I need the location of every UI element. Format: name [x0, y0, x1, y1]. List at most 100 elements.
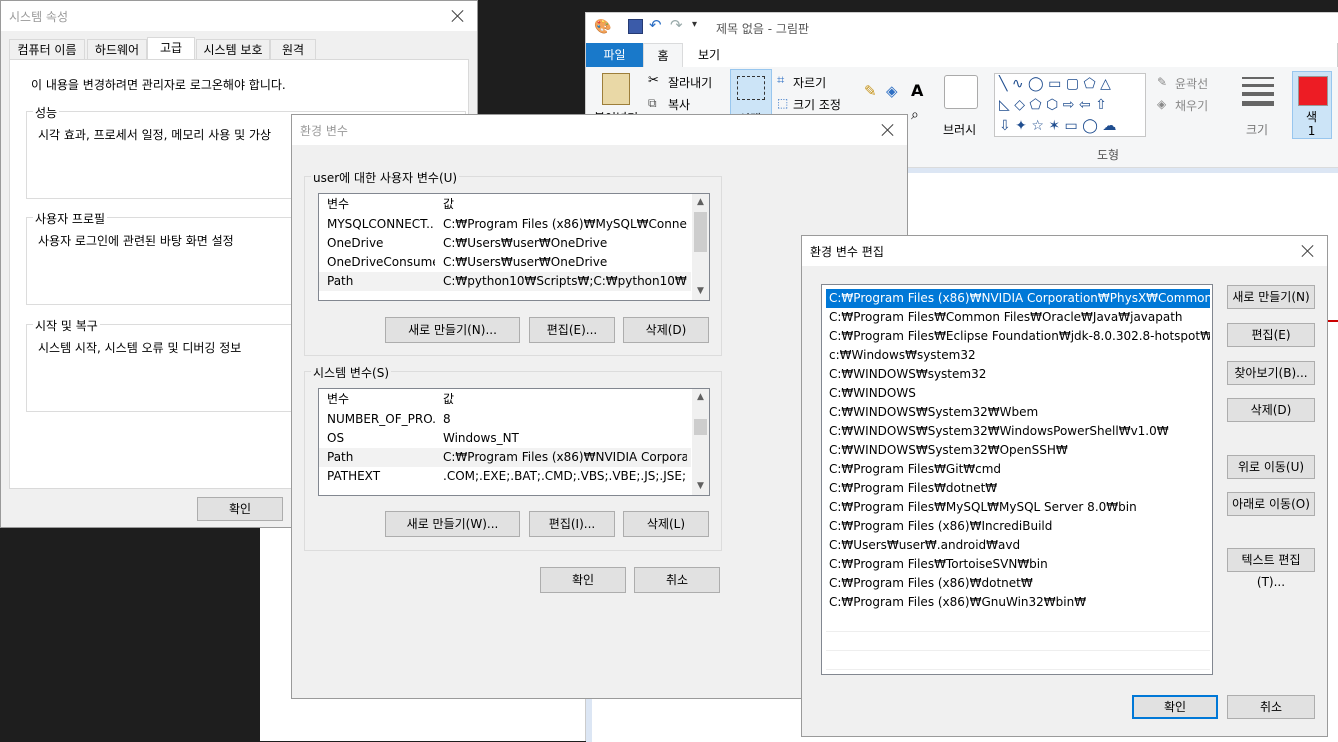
undo-icon[interactable]: ↶ — [649, 16, 662, 34]
tab-computer-name-label: 컴퓨터 이름 — [17, 43, 77, 57]
edit-text-button[interactable]: 텍스트 편집(T)... — [1227, 548, 1315, 589]
system-props-ok-button[interactable]: 확인 — [197, 497, 283, 521]
edit-button[interactable]: 편집(E) — [1227, 323, 1315, 347]
scroll-down-icon[interactable]: ▼ — [692, 283, 709, 300]
redo-icon[interactable]: ↷ — [670, 16, 683, 34]
list-item[interactable]: C:₩WINDOWS₩System32₩Wbem — [826, 403, 1210, 422]
chevron-down-icon[interactable]: ▾ — [692, 19, 697, 30]
list-item[interactable]: C:₩Program Files (x86)₩NVIDIA Corporatio… — [826, 289, 1210, 308]
tab-computer-name[interactable]: 컴퓨터 이름 — [9, 39, 85, 59]
list-item[interactable]: C:₩Program Files₩TortoiseSVN₩bin — [826, 555, 1210, 574]
tab-home[interactable]: 홈 — [643, 43, 683, 68]
list-item[interactable]: C:₩Program Files₩Common Files₩Oracle₩Jav… — [826, 308, 1210, 327]
list-item[interactable]: C:₩WINDOWS₩System32₩WindowsPowerShell₩v1… — [826, 422, 1210, 441]
user-variables-list[interactable]: 변수 값 MYSQLCONNECT... C:₩Program Files (x… — [318, 193, 710, 301]
save-icon[interactable] — [628, 19, 643, 34]
edit-env-cancel-button[interactable]: 취소 — [1227, 695, 1315, 719]
cut-button[interactable]: 잘라내기 — [668, 74, 712, 91]
tab-hardware[interactable]: 하드웨어 — [87, 39, 147, 59]
system-variables-label: 시스템 변수(S) — [311, 364, 391, 381]
user-delete-button[interactable]: 삭제(D) — [623, 317, 709, 343]
system-delete-button[interactable]: 삭제(L) — [623, 511, 709, 537]
system-edit-button[interactable]: 편집(I)... — [529, 511, 615, 537]
table-row[interactable]: OneDriveConsumer C:₩Users₩user₩OneDrive — [319, 253, 691, 272]
tab-system-protection[interactable]: 시스템 보호 — [196, 39, 270, 59]
move-down-button[interactable]: 아래로 이동(O) — [1227, 492, 1315, 516]
edit-env-var-window: 환경 변수 편집 C:₩Program Files (x86)₩NVIDIA C… — [801, 235, 1328, 737]
paste-icon[interactable] — [602, 73, 630, 105]
scissors-icon[interactable]: ✂ — [648, 73, 659, 88]
tab-view[interactable]: 보기 — [689, 43, 729, 67]
table-row[interactable]: Path C:₩Program Files (x86)₩NVIDIA Corpo… — [319, 448, 691, 467]
list-item[interactable]: C:₩Program Files (x86)₩GnuWin32₩bin₩ — [826, 593, 1210, 612]
user-list-scrollbar[interactable]: ▲ ▼ — [692, 194, 709, 300]
table-row[interactable]: MYSQLCONNECT... C:₩Program Files (x86)₩M… — [319, 215, 691, 234]
outline-icon[interactable]: ✎ — [1157, 75, 1167, 89]
close-icon[interactable] — [1297, 240, 1319, 262]
user-new-button[interactable]: 새로 만들기(N)... — [385, 317, 520, 343]
scroll-up-icon[interactable]: ▲ — [692, 194, 709, 211]
size-icon[interactable] — [1242, 77, 1274, 106]
list-item[interactable]: C:₩WINDOWS — [826, 384, 1210, 403]
browse-button[interactable]: 찾아보기(B)... — [1227, 361, 1315, 385]
delete-button[interactable]: 삭제(D) — [1227, 398, 1315, 422]
resize-button[interactable]: 크기 조정 — [793, 96, 841, 113]
resize-icon[interactable]: ⬚ — [777, 96, 788, 110]
user-edit-button[interactable]: 편집(E)... — [529, 317, 615, 343]
empty-row — [826, 650, 1210, 670]
list-item[interactable]: C:₩Program Files₩MySQL₩MySQL Server 8.0₩… — [826, 498, 1210, 517]
table-row[interactable]: OneDrive C:₩Users₩user₩OneDrive — [319, 234, 691, 253]
crop-button[interactable]: 자르기 — [793, 74, 826, 91]
tab-file[interactable]: 파일 — [586, 43, 643, 67]
size-button[interactable]: 크기 — [1246, 121, 1268, 138]
fill-button[interactable]: 채우기 — [1175, 97, 1208, 114]
edit-env-ok-button[interactable]: 확인 — [1132, 695, 1218, 719]
list-header: 변수 값 — [319, 195, 691, 214]
scroll-up-icon[interactable]: ▲ — [692, 389, 709, 406]
pencil-icon[interactable]: ✎ — [864, 82, 877, 100]
color1-selector[interactable]: 색1 — [1292, 71, 1332, 139]
list-item[interactable]: C:₩Users₩user₩.android₩avd — [826, 536, 1210, 555]
move-up-button[interactable]: 위로 이동(U) — [1227, 455, 1315, 479]
text-tool-icon[interactable]: A — [911, 81, 923, 100]
list-item[interactable]: C:₩Program Files₩dotnet₩ — [826, 479, 1210, 498]
outline-button[interactable]: 윤곽선 — [1175, 75, 1208, 92]
list-item[interactable]: C:₩Program Files₩Git₩cmd — [826, 460, 1210, 479]
table-row[interactable]: OS Windows_NT — [319, 429, 691, 448]
scroll-thumb[interactable] — [694, 419, 707, 435]
close-icon[interactable] — [447, 5, 469, 27]
copy-button[interactable]: 복사 — [668, 96, 690, 113]
scroll-down-icon[interactable]: ▼ — [692, 478, 709, 495]
tab-remote[interactable]: 원격 — [270, 39, 316, 59]
new-button[interactable]: 새로 만들기(N) — [1227, 285, 1315, 309]
list-item[interactable]: C:₩Program Files₩Eclipse Foundation₩jdk-… — [826, 327, 1210, 346]
list-item[interactable]: C:₩Program Files (x86)₩dotnet₩ — [826, 574, 1210, 593]
copy-icon[interactable]: ⧉ — [648, 96, 657, 111]
crop-icon[interactable]: ⌗ — [777, 73, 784, 88]
brush-icon[interactable] — [944, 75, 978, 109]
list-item[interactable]: c:₩Windows₩system32 — [826, 346, 1210, 365]
shapes-gallery[interactable]: ╲ ∿ ◯ ▭ ▢ ⬠ △ ◺ ◇ ⬠ ⬡ ⇨ ⇦ ⇧ ⇩ ✦ ☆ ✶ ▭ ◯ … — [994, 73, 1146, 137]
table-row[interactable]: NUMBER_OF_PRO... 8 — [319, 410, 691, 429]
tab-advanced[interactable]: 고급 — [147, 37, 195, 60]
close-icon[interactable] — [877, 119, 899, 141]
color1-label: 색1 — [1306, 110, 1318, 138]
fill-bucket-icon[interactable]: ◈ — [886, 82, 898, 100]
scroll-thumb[interactable] — [694, 212, 707, 252]
fill-icon[interactable]: ◈ — [1157, 97, 1166, 111]
list-item[interactable]: C:₩Program Files (x86)₩IncrediBuild — [826, 517, 1210, 536]
table-row[interactable]: Path C:₩python10₩Scripts₩;C:₩python10₩;C… — [319, 272, 691, 291]
select-tool[interactable]: 선택 — [730, 69, 772, 120]
magnifier-icon[interactable]: ⌕ — [911, 107, 919, 123]
env-vars-cancel-button[interactable]: 취소 — [634, 567, 720, 593]
table-row[interactable]: PATHEXT .COM;.EXE;.BAT;.CMD;.VBS;.VBE;.J… — [319, 467, 691, 486]
list-item[interactable]: C:₩WINDOWS₩System32₩OpenSSH₩ — [826, 441, 1210, 460]
user-profile-label: 사용자 프로필 — [33, 210, 108, 227]
list-item[interactable]: C:₩WINDOWS₩system32 — [826, 365, 1210, 384]
system-new-button[interactable]: 새로 만들기(W)... — [385, 511, 520, 537]
brush-button[interactable]: 브러시 — [943, 121, 976, 138]
system-list-scrollbar[interactable]: ▲ ▼ — [692, 389, 709, 495]
path-list[interactable]: C:₩Program Files (x86)₩NVIDIA Corporatio… — [821, 284, 1213, 675]
env-vars-ok-button[interactable]: 확인 — [540, 567, 626, 593]
system-variables-list[interactable]: 변수 값 NUMBER_OF_PRO... 8 OS Windows_NT Pa… — [318, 388, 710, 496]
